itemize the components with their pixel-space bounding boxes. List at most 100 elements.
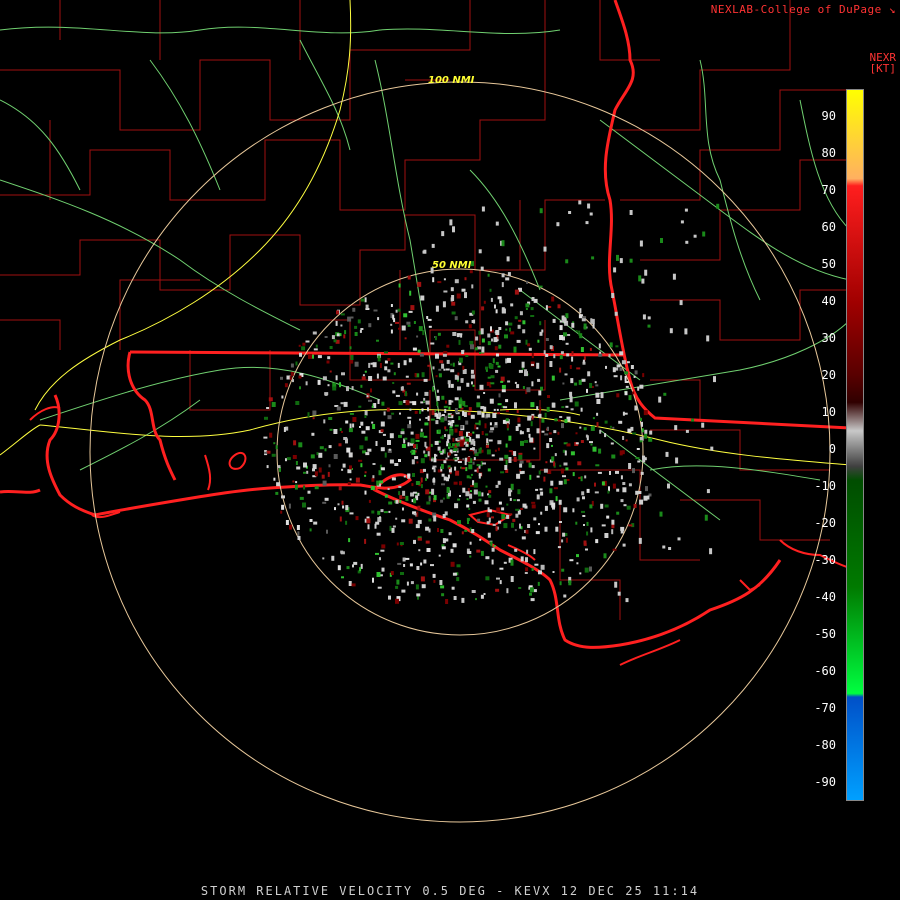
radar-echo <box>351 386 354 391</box>
radar-echo <box>365 304 369 309</box>
radar-echo <box>328 445 332 449</box>
radar-echo <box>458 333 463 336</box>
radar-echo <box>528 347 532 351</box>
radar-echo <box>441 395 445 400</box>
radar-echo <box>583 427 587 431</box>
radar-echo <box>339 427 342 431</box>
radar-echo <box>465 320 469 324</box>
radar-echo <box>505 443 508 448</box>
radar-echo <box>571 356 574 362</box>
radar-echo <box>417 281 422 287</box>
radar-echo <box>428 518 432 522</box>
radar-echo <box>395 309 398 313</box>
radar-echo <box>342 505 345 509</box>
radar-echo <box>639 384 644 389</box>
radar-echo <box>679 300 683 306</box>
radar-echo <box>479 352 482 354</box>
radar-echo <box>633 375 636 378</box>
radar-echo <box>538 285 543 288</box>
radar-echo <box>479 384 484 390</box>
radar-echo <box>583 356 586 361</box>
radar-echo <box>452 437 455 442</box>
radar-echo <box>436 395 440 401</box>
radar-echo <box>487 273 490 277</box>
radar-echo <box>480 550 484 556</box>
radar-echo <box>555 496 558 502</box>
radar-echo <box>289 524 292 530</box>
radar-echo <box>639 436 644 441</box>
radar-echo <box>529 437 534 443</box>
radar-echo <box>312 468 315 472</box>
radar-echo <box>489 288 492 292</box>
radar-echo <box>483 593 486 595</box>
radar-echo <box>626 361 630 364</box>
colorbar-tick-label: 0 <box>828 442 836 456</box>
radar-echo <box>616 488 620 492</box>
radar-echo <box>576 367 581 370</box>
radar-echo <box>447 420 451 423</box>
radar-echo <box>680 220 684 224</box>
radar-echo <box>307 490 311 494</box>
radar-echo <box>522 320 526 325</box>
radar-echo <box>410 581 414 585</box>
radar-echo <box>540 564 545 570</box>
radar-echo <box>384 351 388 354</box>
radar-echo <box>581 510 585 513</box>
radar-echo <box>565 342 569 345</box>
radar-echo <box>584 475 587 479</box>
radar-echo <box>418 549 421 552</box>
radar-echo <box>514 316 518 320</box>
radar-echo <box>545 338 549 341</box>
radar-echo <box>595 384 599 387</box>
radar-echo <box>517 423 521 427</box>
radar-echo <box>706 489 710 494</box>
radar-echo <box>525 339 528 345</box>
radar-echo <box>382 376 387 381</box>
radar-echo <box>383 411 386 416</box>
radar-echo <box>368 323 372 328</box>
radar-echo <box>572 508 575 513</box>
radar-echo <box>419 432 424 438</box>
radar-echo <box>578 200 582 205</box>
radar-echo <box>388 595 391 600</box>
radar-echo <box>530 307 534 311</box>
radar-echo <box>433 495 437 501</box>
radar-echo <box>481 346 485 353</box>
radar-echo <box>441 231 445 237</box>
radar-echo <box>501 389 506 393</box>
radar-echo <box>424 422 429 426</box>
radar-echo <box>271 402 276 407</box>
radar-echo <box>437 528 439 532</box>
radar-echo <box>531 353 534 359</box>
radar-echo <box>370 362 374 365</box>
radar-echo <box>644 269 648 276</box>
radar-echo <box>395 499 399 504</box>
radar-echo <box>605 365 607 369</box>
radar-echo <box>438 412 441 418</box>
radar-echo <box>611 454 616 459</box>
radar-echo <box>551 402 555 408</box>
colorbar-tick-label: -60 <box>814 664 836 678</box>
radar-echo <box>684 328 688 335</box>
radar-echo <box>447 452 451 456</box>
radar-echo <box>377 358 381 362</box>
radar-echo <box>628 524 633 527</box>
radar-echo <box>570 451 575 456</box>
radar-echo <box>517 324 521 329</box>
radar-echo <box>273 477 276 481</box>
radar-echo <box>323 419 326 424</box>
radar-echo <box>465 420 469 425</box>
radar-echo <box>359 426 361 428</box>
radar-echo <box>490 326 492 332</box>
radar-echo <box>513 346 517 353</box>
radar-echo <box>433 468 436 473</box>
radar-echo <box>476 402 481 408</box>
radar-echo <box>685 429 689 433</box>
radar-echo <box>364 410 368 416</box>
radar-echo <box>545 305 548 311</box>
radar-echo <box>423 378 428 382</box>
radar-echo <box>417 505 421 511</box>
radar-echo <box>410 431 414 435</box>
radar-echo <box>357 319 361 324</box>
radar-echo <box>503 523 508 529</box>
